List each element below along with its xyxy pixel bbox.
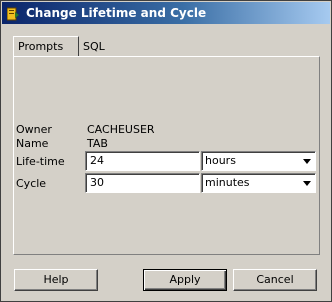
- tab-prompts[interactable]: Prompts: [13, 36, 79, 56]
- cycle-label: Cycle: [16, 177, 47, 190]
- tab-label: Prompts: [18, 40, 64, 53]
- tab-sql[interactable]: SQL: [81, 39, 121, 56]
- apply-button[interactable]: Apply: [143, 269, 227, 291]
- cycle-unit-select[interactable]: minutes: [201, 173, 316, 193]
- help-button[interactable]: Help: [14, 269, 98, 291]
- lifetime-label: Life-time: [16, 155, 65, 168]
- app-icon: [6, 6, 19, 21]
- owner-label: Owner: [16, 123, 52, 136]
- window-title: Change Lifetime and Cycle: [26, 6, 207, 20]
- cycle-input[interactable]: 30: [85, 173, 200, 193]
- name-value: TAB: [87, 137, 108, 150]
- name-label: Name: [16, 137, 49, 150]
- lifetime-unit-select[interactable]: hours: [201, 151, 316, 171]
- change-lifetime-dialog: Change Lifetime and Cycle Prompts SQL Ow…: [0, 0, 332, 302]
- cycle-unit-value: minutes: [205, 176, 250, 189]
- tab-label: SQL: [83, 40, 105, 53]
- lifetime-input[interactable]: 24: [85, 151, 200, 171]
- owner-value: CACHEUSER: [87, 123, 155, 136]
- lifetime-unit-value: hours: [205, 154, 236, 167]
- chevron-down-icon: [303, 159, 311, 164]
- cancel-button[interactable]: Cancel: [233, 269, 317, 291]
- chevron-down-icon: [303, 181, 311, 186]
- title-bar[interactable]: Change Lifetime and Cycle: [2, 2, 330, 24]
